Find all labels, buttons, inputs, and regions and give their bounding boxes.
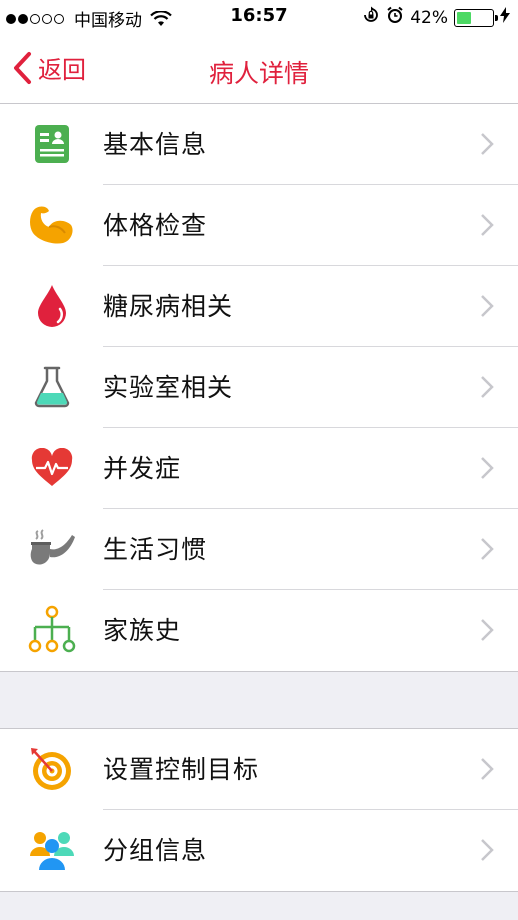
battery-percent: 42%	[410, 7, 448, 28]
chevron-right-icon	[481, 295, 494, 317]
menu-item-label: 分组信息	[103, 836, 208, 865]
menu-item-label: 体格检查	[103, 211, 208, 240]
heartbeat-icon	[26, 442, 78, 494]
menu-item-control-targets[interactable]: 设置控制目标	[0, 729, 518, 810]
status-bar: 中国移动 16:57 42%	[0, 0, 518, 34]
profile-card-icon	[26, 118, 78, 170]
lab-flask-icon	[26, 361, 78, 413]
menu-item-basic-info[interactable]: 基本信息	[0, 104, 518, 185]
chevron-right-icon	[481, 538, 494, 560]
chevron-right-icon	[481, 376, 494, 398]
menu-item-physical-exam[interactable]: 体格检查	[0, 185, 518, 266]
group-users-icon	[26, 824, 78, 876]
rotation-lock-icon	[362, 6, 380, 29]
menu-item-label: 糖尿病相关	[103, 292, 234, 321]
menu-item-label: 实验室相关	[103, 373, 234, 402]
menu-item-lifestyle[interactable]: 生活习惯	[0, 509, 518, 590]
menu-item-label: 基本信息	[103, 130, 208, 159]
menu-item-label: 生活习惯	[103, 535, 208, 564]
charging-bolt-icon	[500, 7, 510, 28]
chevron-right-icon	[481, 457, 494, 479]
menu-item-laboratory[interactable]: 实验室相关	[0, 347, 518, 428]
patient-detail-menu: 基本信息 体格检查 糖尿病相关 实验室相关 并发症 生活习惯 家族史	[0, 104, 518, 672]
menu-item-label: 设置控制目标	[103, 755, 260, 784]
chevron-right-icon	[481, 839, 494, 861]
menu-item-label: 家族史	[103, 616, 182, 645]
blood-drop-icon	[26, 280, 78, 332]
menu-item-diabetes[interactable]: 糖尿病相关	[0, 266, 518, 347]
flexed-arm-icon	[26, 199, 78, 251]
chevron-right-icon	[481, 214, 494, 236]
battery-icon	[454, 8, 498, 27]
navigation-bar: 返回 病人详情	[0, 34, 518, 104]
menu-item-label: 并发症	[103, 454, 182, 483]
chevron-right-icon	[481, 133, 494, 155]
chevron-right-icon	[481, 619, 494, 641]
chevron-right-icon	[481, 758, 494, 780]
alarm-icon	[386, 6, 404, 29]
status-right: 42%	[356, 6, 510, 29]
menu-item-group-info[interactable]: 分组信息	[0, 810, 518, 891]
settings-menu: 设置控制目标 分组信息	[0, 728, 518, 892]
menu-item-complications[interactable]: 并发症	[0, 428, 518, 509]
page-title: 病人详情	[208, 59, 309, 88]
target-icon	[26, 743, 78, 795]
menu-item-family-history[interactable]: 家族史	[0, 590, 518, 671]
family-tree-icon	[26, 604, 78, 656]
pipe-icon	[26, 523, 78, 575]
